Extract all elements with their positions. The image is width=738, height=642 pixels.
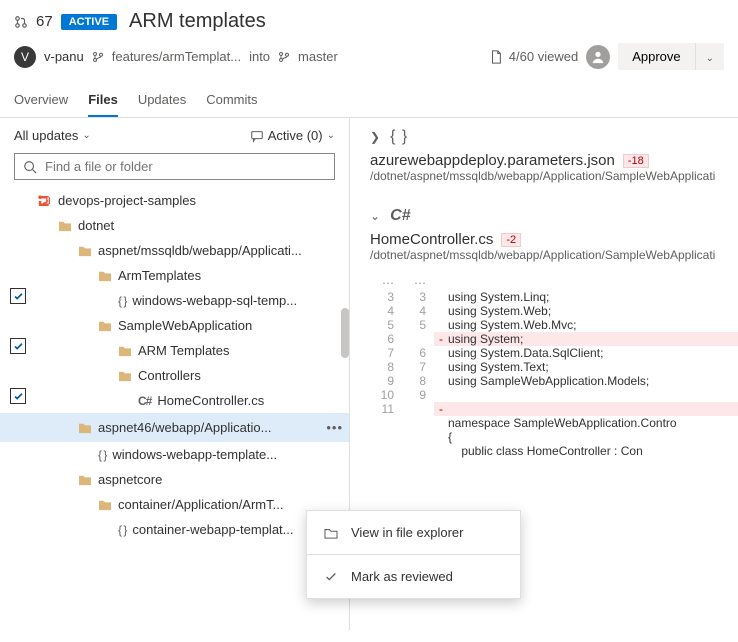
page-title: ARM templates (129, 10, 266, 33)
viewed-text: 4/60 viewed (509, 49, 578, 64)
tree-folder[interactable]: aspnetcore (0, 467, 349, 492)
tree-label: devops-project-samples (58, 193, 196, 208)
tree-file[interactable]: C# HomeController.cs (0, 388, 349, 413)
search-box[interactable] (14, 153, 335, 180)
git-icon (38, 194, 52, 208)
tree-label: aspnet/mssqldb/webapp/Applicati... (98, 243, 302, 258)
reviewed-checkbox[interactable] (10, 338, 26, 354)
tree-label: HomeController.cs (157, 393, 264, 408)
diff-badge: -18 (623, 154, 649, 168)
folder-icon (98, 499, 112, 511)
folder-icon (118, 345, 132, 357)
context-menu: View in file explorer Mark as reviewed (306, 510, 521, 599)
updates-filter-label: All updates (14, 128, 78, 143)
reviewed-checkbox[interactable] (10, 388, 26, 404)
tree-folder[interactable]: aspnet/mssqldb/webapp/Applicati... (0, 238, 349, 263)
tree-folder[interactable]: SampleWebApplication (0, 313, 349, 338)
tree-label: ArmTemplates (118, 268, 201, 283)
diff-badge: -2 (501, 233, 521, 247)
reviewed-checkbox[interactable] (10, 288, 26, 304)
folder-icon (98, 270, 112, 282)
tree-label: windows-webapp-sql-temp... (132, 293, 297, 308)
file-path: /dotnet/aspnet/mssqldb/webapp/Applicatio… (370, 248, 738, 262)
tree-file[interactable]: { } windows-webapp-sql-temp... (0, 288, 349, 313)
tab-overview[interactable]: Overview (14, 84, 68, 117)
tree-folder[interactable]: Controllers (0, 363, 349, 388)
csharp-icon: C# (390, 207, 410, 225)
viewed-counter: 4/60 viewed (489, 49, 578, 64)
status-badge: ACTIVE (61, 14, 117, 30)
file-name: HomeController.cs (370, 231, 493, 248)
file-path: /dotnet/aspnet/mssqldb/webapp/Applicatio… (370, 169, 738, 183)
folder-icon (98, 320, 112, 332)
tree-label: aspnet46/webapp/Applicatio... (98, 420, 271, 435)
chevron-down-icon: ⌄ (82, 130, 90, 141)
source-branch[interactable]: features/armTemplat... (112, 49, 241, 64)
search-input[interactable] (45, 159, 326, 174)
menu-label: View in file explorer (351, 525, 463, 540)
approve-dropdown[interactable]: ⌄ (695, 43, 724, 70)
file-icon (489, 50, 503, 64)
search-icon (23, 160, 37, 174)
file-tree: devops-project-samples dotnet aspnet/mss… (0, 188, 349, 630)
tree-folder[interactable]: ArmTemplates (0, 263, 349, 288)
expand-icon[interactable]: ❯ (370, 130, 380, 144)
menu-label: Mark as reviewed (351, 569, 453, 584)
tree-folder[interactable]: dotnet (0, 213, 349, 238)
collapse-icon[interactable]: ⌄ (370, 209, 380, 223)
folder-icon (78, 474, 92, 486)
username: v-panu (44, 49, 84, 64)
tree-folder[interactable]: aspnet46/webapp/Applicatio... ••• (0, 413, 349, 442)
folder-icon (78, 422, 92, 434)
folder-open-icon (323, 527, 339, 539)
code-diff: ⋯⋯ 33using System.Linq; 44using System.W… (370, 276, 738, 458)
folder-icon (118, 370, 132, 382)
approve-button[interactable]: Approve (618, 43, 694, 70)
comments-filter-label: Active (0) (268, 128, 323, 143)
braces-icon: { } (118, 294, 126, 308)
tree-label: container/Application/ArmT... (118, 497, 283, 512)
target-branch[interactable]: master (298, 49, 338, 64)
tree-label: ARM Templates (138, 343, 230, 358)
tree-folder[interactable]: ARM Templates (0, 338, 349, 363)
branch-icon (278, 51, 290, 63)
tree-file[interactable]: { } container-webapp-templat... (0, 517, 349, 542)
more-button[interactable]: ••• (320, 418, 349, 437)
tab-updates[interactable]: Updates (138, 84, 186, 117)
folder-icon (58, 220, 72, 232)
tree-label: windows-webapp-template... (112, 447, 277, 462)
avatar: V (14, 46, 36, 68)
folder-icon (78, 245, 92, 257)
tree-label: Controllers (138, 368, 201, 383)
comments-filter[interactable]: Active (0) ⌄ (250, 128, 335, 143)
file-name: azurewebappdeploy.parameters.json (370, 152, 615, 169)
tree-label: SampleWebApplication (118, 318, 252, 333)
tree-file[interactable]: { } windows-webapp-template... (0, 442, 349, 467)
menu-view-explorer[interactable]: View in file explorer (307, 511, 520, 555)
into-label: into (249, 49, 270, 64)
tree-label: aspnetcore (98, 472, 162, 487)
csharp-icon: C# (138, 394, 151, 408)
braces-icon: { } (390, 128, 408, 146)
pull-request-icon (14, 15, 28, 29)
check-icon (323, 570, 339, 584)
chevron-down-icon: ⌄ (706, 53, 714, 64)
branch-icon (92, 51, 104, 63)
braces-icon: { } (98, 448, 106, 462)
user-icon[interactable] (586, 45, 610, 69)
chevron-down-icon: ⌄ (327, 130, 335, 141)
pr-number: 67 (36, 13, 53, 30)
tab-files[interactable]: Files (88, 84, 118, 117)
tree-folder[interactable]: container/Application/ArmT... (0, 492, 349, 517)
scrollbar[interactable] (341, 308, 349, 358)
tab-commits[interactable]: Commits (206, 84, 257, 117)
menu-mark-reviewed[interactable]: Mark as reviewed (307, 555, 520, 598)
tree-label: dotnet (78, 218, 114, 233)
tree-root[interactable]: devops-project-samples (0, 188, 349, 213)
tree-label: container-webapp-templat... (132, 522, 293, 537)
updates-filter[interactable]: All updates ⌄ (14, 128, 91, 143)
comment-icon (250, 129, 264, 143)
braces-icon: { } (118, 523, 126, 537)
